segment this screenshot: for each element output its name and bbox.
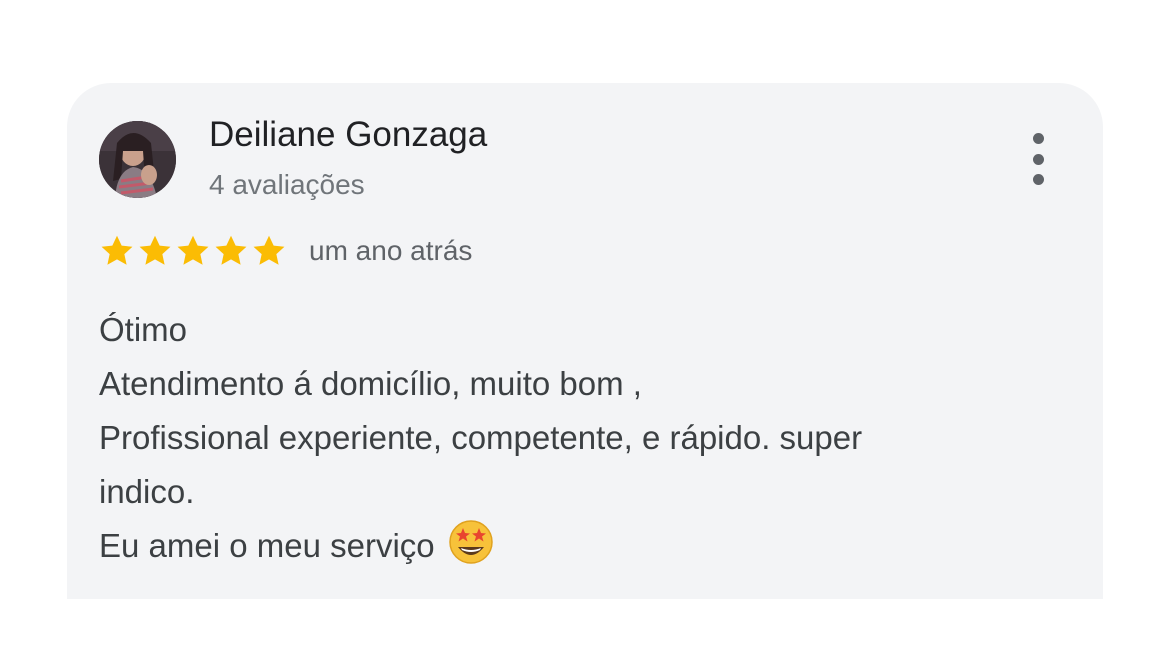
review-line-last: Eu amei o meu serviço — [99, 519, 1039, 573]
star-icon — [137, 233, 173, 269]
more-vertical-icon-dot — [1032, 174, 1044, 185]
review-line: Atendimento á domicílio, muito bom , — [99, 365, 642, 402]
avatar[interactable] — [99, 121, 176, 198]
review-card: Deiliane Gonzaga 4 avaliações um ano atr… — [67, 83, 1103, 599]
more-vertical-icon-dot — [1032, 153, 1044, 165]
star-icon — [213, 233, 249, 269]
more-vertical-icon — [1032, 133, 1044, 144]
review-count: 4 avaliações — [209, 169, 365, 200]
more-options-button[interactable] — [1023, 133, 1053, 185]
review-line: Ótimo — [99, 311, 188, 348]
review-text: Ótimo Atendimento á domicílio, muito bom… — [99, 303, 1039, 573]
star-struck-emoji-icon — [448, 519, 494, 565]
author-name[interactable]: Deiliane Gonzaga — [209, 115, 487, 155]
star-icon — [175, 233, 211, 269]
rating-row: um ano atrás — [99, 231, 472, 271]
star-icon — [251, 233, 287, 269]
star-rating — [99, 233, 289, 269]
review-line: Eu amei o meu serviço — [99, 527, 435, 564]
review-line: Profissional experiente, competente, e r… — [99, 419, 863, 456]
star-icon — [99, 233, 135, 269]
review-line: indico. — [99, 473, 195, 510]
review-date: um ano atrás — [309, 235, 473, 266]
